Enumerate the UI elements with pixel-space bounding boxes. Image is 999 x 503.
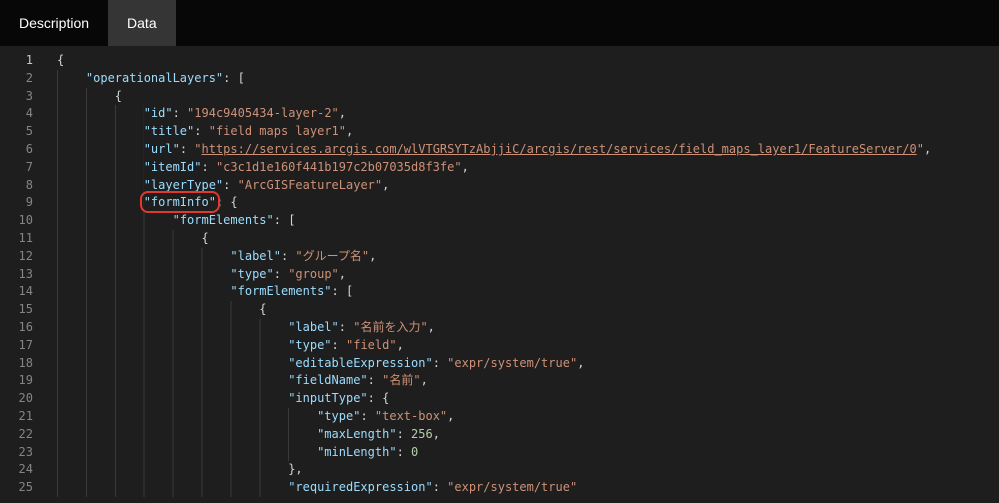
code-line[interactable]: "fieldName": "名前", bbox=[57, 372, 999, 390]
code-line[interactable]: "type": "group", bbox=[57, 266, 999, 284]
line-number[interactable]: 4 bbox=[0, 105, 46, 123]
code-line[interactable]: "requiredExpression": "expr/system/true" bbox=[57, 479, 999, 497]
line-number[interactable]: 23 bbox=[0, 444, 46, 462]
code-line[interactable]: "layerType": "ArcGISFeatureLayer", bbox=[57, 177, 999, 195]
line-number[interactable]: 12 bbox=[0, 248, 46, 266]
line-number[interactable]: 1 bbox=[0, 52, 46, 70]
code-line[interactable]: "formInfo": { bbox=[57, 194, 999, 212]
code-line[interactable]: "label": "名前を入力", bbox=[57, 319, 999, 337]
line-number[interactable]: 13 bbox=[0, 266, 46, 284]
line-number[interactable]: 22 bbox=[0, 426, 46, 444]
url-link[interactable]: https://services.arcgis.com/wlVTGRSYTzAb… bbox=[202, 142, 917, 156]
code-line[interactable]: "type": "text-box", bbox=[57, 408, 999, 426]
line-number[interactable]: 7 bbox=[0, 159, 46, 177]
code-line[interactable]: { bbox=[57, 52, 999, 70]
line-number[interactable]: 18 bbox=[0, 355, 46, 373]
json-code-editor: 1234567891011121314151617181920212223242… bbox=[0, 46, 999, 503]
code-line[interactable]: "title": "field maps layer1", bbox=[57, 123, 999, 141]
line-number[interactable]: 8 bbox=[0, 177, 46, 195]
line-number[interactable]: 14 bbox=[0, 283, 46, 301]
tab-data[interactable]: Data bbox=[108, 0, 176, 46]
line-number[interactable]: 19 bbox=[0, 372, 46, 390]
line-number[interactable]: 20 bbox=[0, 390, 46, 408]
code-line[interactable]: "type": "field", bbox=[57, 337, 999, 355]
line-number[interactable]: 17 bbox=[0, 337, 46, 355]
forminfo-highlight-annotation: "formInfo" bbox=[144, 195, 216, 209]
code-line[interactable]: { bbox=[57, 230, 999, 248]
code-line[interactable]: "editableExpression": "expr/system/true"… bbox=[57, 355, 999, 373]
code-line[interactable]: "label": "グループ名", bbox=[57, 248, 999, 266]
code-line[interactable]: { bbox=[57, 301, 999, 319]
line-number[interactable]: 3 bbox=[0, 88, 46, 106]
code-line[interactable]: "itemId": "c3c1d1e160f441b197c2b07035d8f… bbox=[57, 159, 999, 177]
line-number[interactable]: 5 bbox=[0, 123, 46, 141]
line-number[interactable]: 2 bbox=[0, 70, 46, 88]
line-number[interactable]: 9 bbox=[0, 194, 46, 212]
tab-description[interactable]: Description bbox=[0, 0, 108, 46]
line-number[interactable]: 6 bbox=[0, 141, 46, 159]
code-line[interactable]: "operationalLayers": [ bbox=[57, 70, 999, 88]
line-number[interactable]: 21 bbox=[0, 408, 46, 426]
line-number[interactable]: 16 bbox=[0, 319, 46, 337]
code-line[interactable]: }, bbox=[57, 461, 999, 479]
line-number[interactable]: 11 bbox=[0, 230, 46, 248]
code-line[interactable]: "formElements": [ bbox=[57, 283, 999, 301]
code-lines[interactable]: {"operationalLayers": [{"id": "194c94054… bbox=[46, 52, 999, 503]
tab-bar: Description Data bbox=[0, 0, 999, 46]
code-line[interactable]: "inputType": { bbox=[57, 390, 999, 408]
line-number[interactable]: 15 bbox=[0, 301, 46, 319]
code-line[interactable]: "formElements": [ bbox=[57, 212, 999, 230]
code-line[interactable]: "url": "https://services.arcgis.com/wlVT… bbox=[57, 141, 999, 159]
line-number[interactable]: 24 bbox=[0, 461, 46, 479]
code-line[interactable]: { bbox=[57, 88, 999, 106]
line-numbers: 1234567891011121314151617181920212223242… bbox=[0, 52, 46, 503]
code-line[interactable]: "minLength": 0 bbox=[57, 444, 999, 462]
item-data-view: Description Data 12345678910111213141516… bbox=[0, 0, 999, 503]
line-number[interactable]: 25 bbox=[0, 479, 46, 497]
line-number[interactable]: 10 bbox=[0, 212, 46, 230]
code-line[interactable]: "maxLength": 256, bbox=[57, 426, 999, 444]
code-line[interactable]: "id": "194c9405434-layer-2", bbox=[57, 105, 999, 123]
